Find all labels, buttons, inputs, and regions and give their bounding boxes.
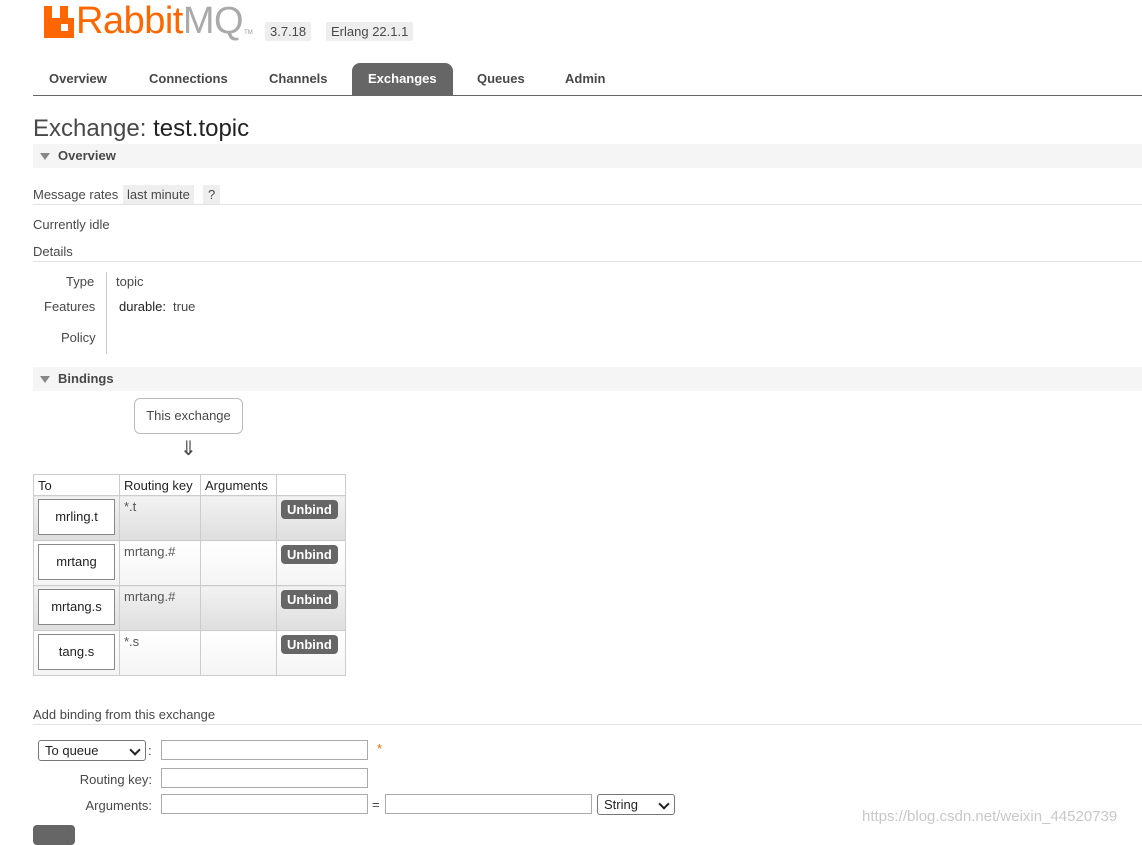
tab-queues[interactable]: Queues — [461, 63, 541, 95]
features-label: Features — [44, 299, 96, 314]
arguments-cell — [200, 585, 277, 631]
overview-section-label: Overview — [58, 148, 116, 163]
queue-link[interactable]: mrling.t — [38, 499, 115, 535]
main-nav: Overview Connections Channels Exchanges … — [33, 63, 1142, 96]
collapse-triangle-icon — [40, 376, 50, 383]
tab-connections[interactable]: Connections — [133, 63, 244, 95]
details-label: Details — [33, 244, 73, 259]
column-header-to: To — [33, 474, 120, 496]
arguments-cell — [200, 630, 277, 676]
queue-link[interactable]: tang.s — [38, 634, 115, 670]
rabbitmq-logo: RabbitMQ TM — [44, 0, 253, 42]
this-exchange-box: This exchange — [134, 398, 243, 434]
feature-durable-value: true — [173, 299, 196, 314]
unbind-button[interactable]: Unbind — [281, 635, 338, 654]
bindings-table: To Routing key Arguments mrling.t *.t Un… — [33, 474, 346, 676]
table-header-row: To Routing key Arguments — [33, 474, 346, 496]
type-value: topic — [116, 274, 144, 289]
unbind-button[interactable]: Unbind — [281, 500, 338, 519]
table-row: mrling.t *.t Unbind — [33, 495, 346, 541]
colon-separator: : — [148, 743, 152, 758]
help-button[interactable]: ? — [203, 185, 221, 204]
tab-admin[interactable]: Admin — [549, 63, 621, 95]
bindings-section-label: Bindings — [58, 371, 114, 386]
routing-key: *.t — [124, 499, 137, 514]
unbind-button[interactable]: Unbind — [281, 590, 338, 609]
column-header-arguments: Arguments — [200, 474, 277, 496]
tab-exchanges[interactable]: Exchanges — [352, 63, 453, 95]
exchange-name: test.topic — [153, 115, 250, 142]
policy-label: Policy — [61, 330, 96, 345]
logo-trademark: TM — [244, 30, 253, 36]
divider — [33, 261, 1142, 262]
details-divider — [106, 272, 107, 354]
table-row: mrtang mrtang.# Unbind — [33, 540, 346, 586]
collapse-triangle-icon — [40, 153, 50, 160]
routing-key: mrtang.# — [124, 544, 176, 559]
overview-section-toggle[interactable]: Overview — [33, 144, 1142, 168]
destination-type-select[interactable]: To queue — [38, 740, 146, 761]
required-marker: * — [377, 741, 383, 756]
watermark: https://blog.csdn.net/weixin_44520739 — [862, 808, 1118, 825]
argument-type-select[interactable]: String — [597, 794, 675, 815]
status-text: Currently idle — [33, 217, 110, 232]
routing-key: mrtang.# — [124, 589, 176, 604]
divider — [33, 724, 1142, 725]
destination-name-input[interactable] — [161, 740, 368, 760]
rate-period-selector[interactable]: last minute — [123, 185, 194, 204]
chevron-down-icon — [658, 798, 670, 810]
argument-key-input[interactable] — [161, 794, 368, 814]
tab-channels[interactable]: Channels — [253, 63, 344, 95]
erlang-version-badge: Erlang 22.1.1 — [326, 22, 414, 41]
add-binding-heading: Add binding from this exchange — [33, 707, 216, 722]
queue-link[interactable]: mrtang.s — [38, 589, 115, 625]
feature-durable-key: durable: — [119, 299, 166, 314]
table-row: mrtang.s mrtang.# Unbind — [33, 585, 346, 631]
message-rates-label: Message rates — [33, 187, 119, 202]
arguments-cell — [200, 540, 277, 586]
routing-key-label: Routing key: — [79, 772, 152, 787]
arguments-cell — [200, 495, 277, 541]
unbind-button[interactable]: Unbind — [281, 545, 338, 564]
divider — [33, 204, 1142, 205]
equals-sign: = — [372, 797, 380, 812]
column-header-routing-key: Routing key — [119, 474, 201, 496]
page-title: Exchange: test.topic — [33, 115, 250, 142]
queue-link[interactable]: mrtang — [38, 544, 115, 580]
type-label: Type — [66, 274, 95, 289]
down-arrow-icon: ⇓ — [180, 438, 197, 460]
chevron-down-icon — [129, 744, 141, 756]
bindings-section-toggle[interactable]: Bindings — [33, 367, 1142, 391]
column-header-actions — [276, 474, 346, 496]
version-badge: 3.7.18 — [265, 22, 312, 41]
argument-value-input[interactable] — [385, 794, 592, 814]
routing-key-input[interactable] — [161, 768, 368, 788]
table-row: tang.s *.s Unbind — [33, 630, 346, 676]
arguments-label: Arguments: — [85, 798, 152, 813]
tab-overview[interactable]: Overview — [33, 63, 123, 95]
logo-wordmark: RabbitMQ — [76, 0, 244, 42]
bind-button[interactable] — [33, 825, 75, 845]
rabbit-logo-icon — [44, 6, 74, 38]
routing-key: *.s — [124, 634, 140, 649]
